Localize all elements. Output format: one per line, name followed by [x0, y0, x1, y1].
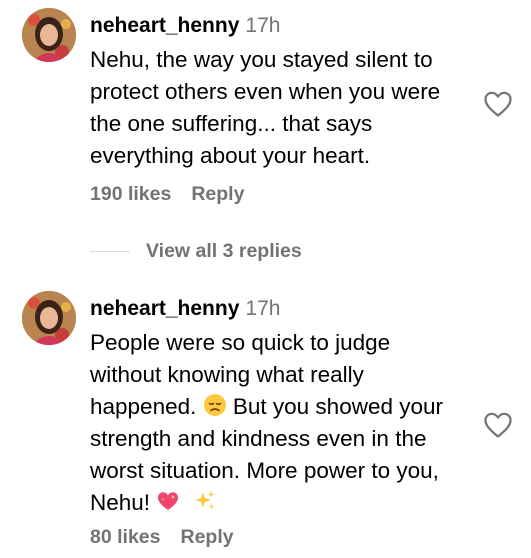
like-button[interactable]: [483, 411, 513, 439]
comment-item: neheart_henny 17h People were so quick to…: [0, 283, 531, 558]
reply-button[interactable]: Reply: [180, 526, 233, 548]
reply-button[interactable]: Reply: [191, 183, 244, 205]
timestamp: 17h: [245, 297, 281, 320]
comment-text: People were so quick to judge without kn…: [90, 327, 485, 519]
sparkling-heart-icon: [158, 492, 179, 510]
avatar[interactable]: [22, 8, 76, 62]
username[interactable]: neheart_henny: [90, 14, 239, 37]
view-replies-label: View all 3 replies: [146, 239, 302, 262]
comment-text: Nehu, the way you stayed silent to prote…: [90, 47, 441, 168]
sparkles-icon: [194, 491, 215, 510]
likes-count[interactable]: 80 likes: [90, 526, 160, 548]
heart-outline-icon: [484, 91, 512, 117]
comments-list: neheart_henny 17h Nehu, the way you staye…: [0, 0, 531, 558]
view-replies-button[interactable]: View all 3 replies: [90, 238, 302, 264]
username[interactable]: neheart_henny: [90, 297, 239, 320]
replies-divider: [90, 250, 130, 252]
avatar[interactable]: [22, 291, 76, 345]
comment-header: neheart_henny 17h: [90, 12, 280, 40]
comment-item: neheart_henny 17h Nehu, the way you staye…: [0, 0, 531, 262]
comment-actions: 190 likes Reply: [90, 181, 244, 207]
like-button[interactable]: [483, 90, 513, 118]
likes-count[interactable]: 190 likes: [90, 183, 171, 205]
heart-outline-icon: [484, 412, 512, 438]
comment-actions: 80 likes Reply: [90, 524, 234, 550]
disappointed-face-icon: [203, 394, 226, 416]
timestamp: 17h: [245, 14, 281, 37]
comment-header: neheart_henny 17h: [90, 295, 280, 323]
